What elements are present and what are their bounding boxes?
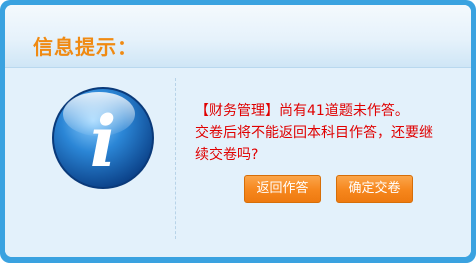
info-icon: i: [49, 84, 157, 192]
message-line-3: 续交卷吗?: [195, 147, 259, 163]
dialog-body: i 【财务管理】尚有41道题未作答。 交卷后将不能返回本科目作答，还要继 续交卷…: [5, 68, 471, 257]
dialog-divider: [175, 78, 176, 239]
dialog-title: 信息提示：: [33, 35, 138, 59]
message-line-2: 交卷后将不能返回本科目作答，还要继: [195, 125, 433, 141]
dialog-panel: 信息提示： i 【财务管理】尚有41道题未作答。 交卷后将不能返回本科目作答，还…: [5, 5, 471, 257]
return-answer-button[interactable]: 返回作答: [244, 175, 321, 203]
confirm-submit-button[interactable]: 确定交卷: [336, 175, 413, 203]
dialog-message: 【财务管理】尚有41道题未作答。 交卷后将不能返回本科目作答，还要继 续交卷吗?: [195, 100, 450, 166]
info-dialog: 信息提示： i 【财务管理】尚有41道题未作答。 交卷后将不能返回本科目作答，还…: [0, 0, 476, 263]
info-glyph: i: [90, 100, 117, 183]
dialog-title-bar: 信息提示：: [5, 5, 471, 68]
message-line-1: 【财务管理】尚有41道题未作答。: [195, 103, 409, 119]
